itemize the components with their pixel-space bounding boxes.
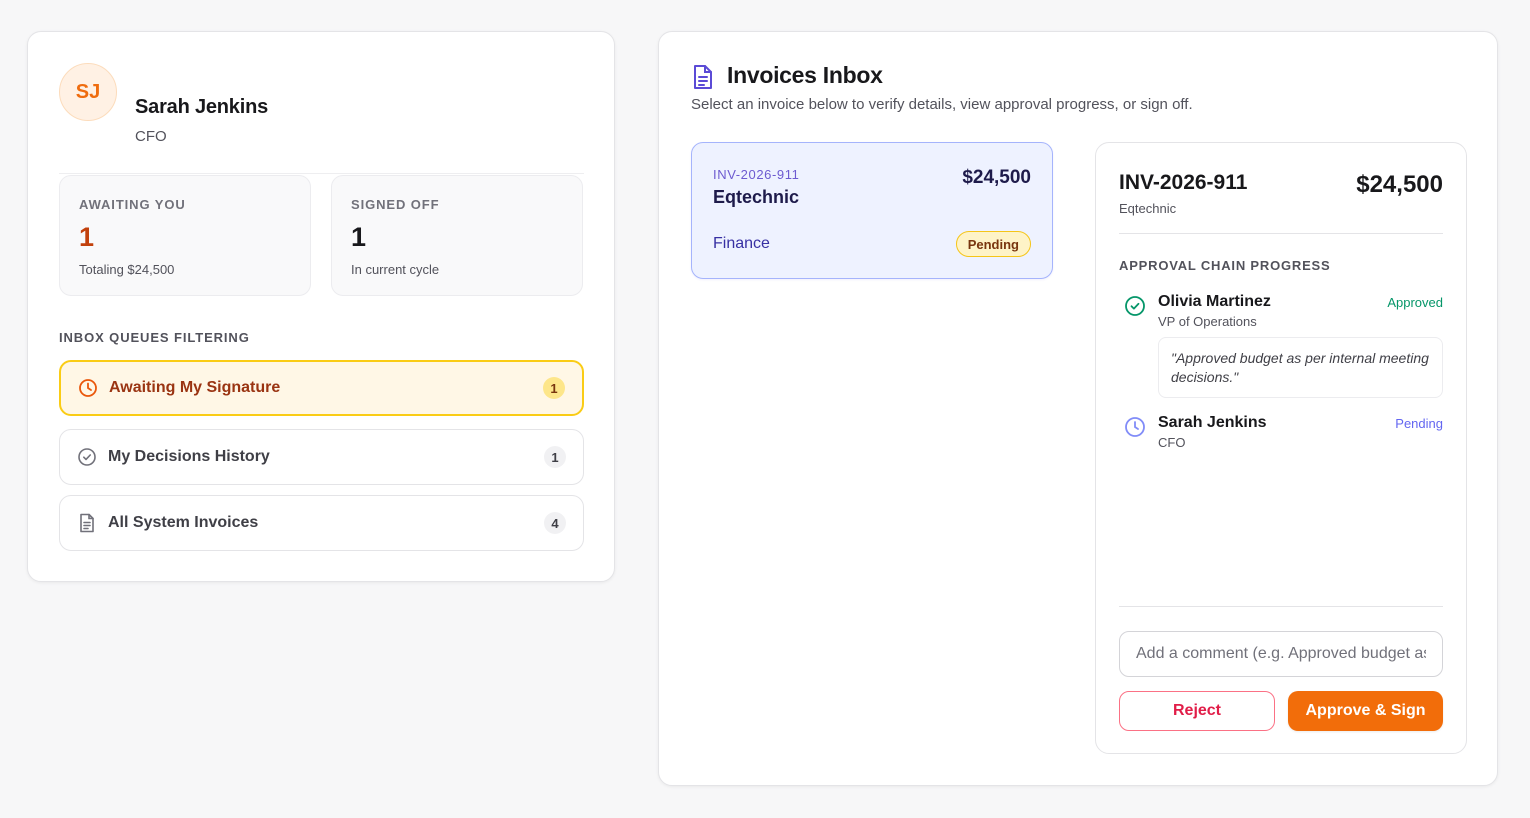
invoice-card[interactable]: INV-2026-911 Eqtechnic $24,500 Finance P… [691,142,1053,279]
divider [1119,233,1443,234]
approver-status: Pending [1395,416,1443,431]
approval-step: Sarah Jenkins CFO Pending [1119,414,1443,458]
user-name: Sarah Jenkins [135,96,269,118]
queue-count-badge: 1 [544,446,566,468]
avatar: SJ [59,63,117,121]
invoice-vendor: Eqtechnic [713,187,800,207]
approval-chain-title: APPROVAL CHAIN PROGRESS [1119,258,1331,273]
document-icon [692,64,714,95]
approve-sign-button[interactable]: Approve & Sign [1288,691,1443,731]
invoice-detail-panel: INV-2026-911 Eqtechnic $24,500 APPROVAL … [1095,142,1467,754]
invoice-id: INV-2026-911 [713,167,800,182]
page-subtitle: Select an invoice below to verify detail… [691,96,1193,113]
page-title: Invoices Inbox [727,62,883,88]
queue-awaiting-signature[interactable]: Awaiting My Signature 1 [59,360,584,416]
status-badge: Pending [955,231,1031,257]
divider [1119,606,1443,607]
queue-decisions-history[interactable]: My Decisions History 1 [59,429,584,485]
approver-name: Olivia Martinez [1158,293,1271,310]
clock-icon [78,378,98,398]
stat-value: 1 [351,222,367,252]
reject-button[interactable]: Reject [1119,691,1275,731]
queue-count-badge: 1 [543,377,565,399]
user-profile: SJ Sarah Jenkins CFO [59,63,584,174]
stat-signed-off: SIGNED OFF 1 In current cycle [331,175,583,296]
check-circle-icon [1124,295,1146,317]
approver-role: CFO [1158,435,1186,450]
stat-value: 1 [79,222,95,252]
approver-name: Sarah Jenkins [1158,414,1267,431]
user-sidebar-panel: SJ Sarah Jenkins CFO AWAITING YOU 1 Tota… [27,31,615,582]
stat-awaiting-you: AWAITING YOU 1 Totaling $24,500 [59,175,311,296]
approver-status: Approved [1387,295,1443,310]
queue-label: My Decisions History [108,448,270,465]
clock-icon [1124,416,1146,438]
approver-comment: "Approved budget as per internal meeting… [1158,337,1443,398]
queue-label: All System Invoices [108,514,259,531]
detail-amount: $24,500 [1356,171,1443,198]
queues-section-title: INBOX QUEUES FILTERING [59,330,250,345]
comment-input[interactable] [1119,631,1443,677]
document-icon [77,513,97,533]
queue-all-invoices[interactable]: All System Invoices 4 [59,495,584,551]
queue-count-badge: 4 [544,512,566,534]
check-circle-icon [77,447,97,467]
stat-subtext: Totaling $24,500 [79,262,175,277]
invoices-inbox-panel: Invoices Inbox Select an invoice below t… [658,31,1498,786]
invoice-amount: $24,500 [962,167,1031,188]
detail-invoice-id: INV-2026-911 [1119,171,1248,194]
stat-subtext: In current cycle [351,262,440,277]
stat-label: SIGNED OFF [351,197,440,212]
user-role: CFO [135,128,167,145]
stat-label: AWAITING YOU [79,197,186,212]
invoice-department: Finance [713,235,770,252]
approval-step: Olivia Martinez VP of Operations Approve… [1119,293,1443,403]
queue-label: Awaiting My Signature [109,379,281,396]
detail-vendor: Eqtechnic [1119,201,1177,216]
approver-role: VP of Operations [1158,314,1257,329]
